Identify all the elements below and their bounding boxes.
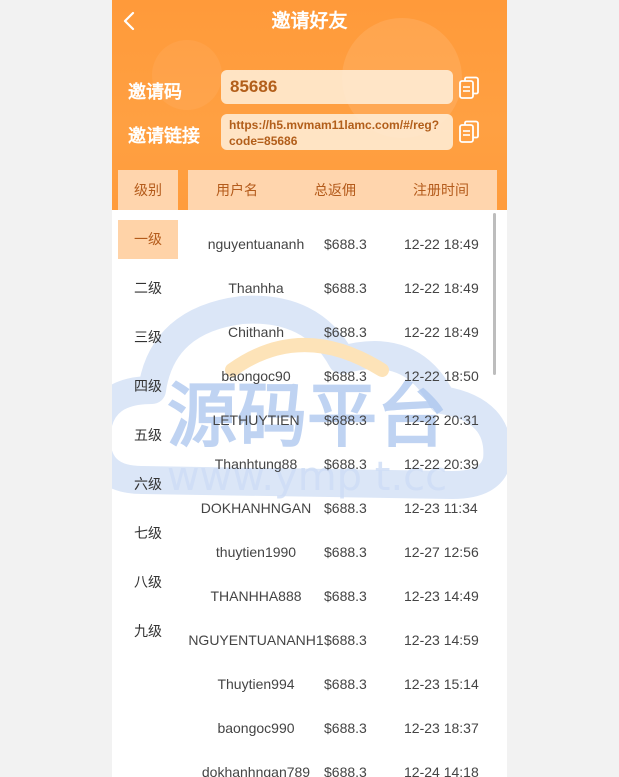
username-cell: thuytien1990 bbox=[215, 544, 297, 560]
table-row: Thuytien994 $688.3 12-23 15:14 bbox=[188, 662, 493, 706]
username-cell: Thanhha bbox=[228, 280, 284, 296]
level-list: 一级二级三级四级五级六级七级八级九级 bbox=[118, 220, 178, 661]
level-tab[interactable]: 四级 bbox=[118, 367, 178, 406]
commission-cell: $688.3 bbox=[324, 280, 367, 296]
register-time-cell: 12-23 14:49 bbox=[404, 588, 479, 604]
register-time-cell: 12-22 20:31 bbox=[404, 412, 479, 428]
table-row: LETHUYTIEN $688.3 12-22 20:31 bbox=[188, 398, 493, 442]
invite-link-field: https://h5.mvmam11lamc.com/#/reg?code=85… bbox=[221, 114, 453, 150]
username-cell: baongoc90 bbox=[221, 368, 291, 384]
table-row: baongoc90 $688.3 12-22 18:50 bbox=[188, 354, 493, 398]
invite-link-label: 邀请链接 bbox=[128, 126, 200, 146]
username-cell: DOKHANHNGAN bbox=[200, 500, 312, 516]
username-cell: LETHUYTIEN bbox=[212, 412, 300, 428]
commission-cell: $688.3 bbox=[324, 544, 367, 560]
commission-cell: $688.3 bbox=[324, 764, 367, 777]
commission-cell: $688.3 bbox=[324, 500, 367, 516]
username-cell: dokhanhngan789 bbox=[201, 764, 311, 777]
level-tab[interactable]: 一级 bbox=[118, 220, 178, 259]
column-register-time: 注册时间 bbox=[413, 182, 469, 198]
commission-cell: $688.3 bbox=[324, 720, 367, 736]
commission-cell: $688.3 bbox=[324, 456, 367, 472]
commission-cell: $688.3 bbox=[324, 632, 367, 648]
table-row: Chithanh $688.3 12-22 18:49 bbox=[188, 310, 493, 354]
register-time-cell: 12-23 14:59 bbox=[404, 632, 479, 648]
commission-cell: $688.3 bbox=[324, 676, 367, 692]
commission-cell: $688.3 bbox=[324, 412, 367, 428]
username-cell: Thanhtung88 bbox=[214, 456, 298, 472]
level-header: 级别 bbox=[118, 170, 178, 210]
level-tab[interactable]: 二级 bbox=[118, 269, 178, 308]
register-time-cell: 12-27 12:56 bbox=[404, 544, 479, 560]
register-time-cell: 12-22 18:49 bbox=[404, 280, 479, 296]
level-tab[interactable]: 六级 bbox=[118, 465, 178, 504]
level-tab[interactable]: 五级 bbox=[118, 416, 178, 455]
table-row: Thanhha $688.3 12-22 18:49 bbox=[188, 266, 493, 310]
register-time-cell: 12-22 20:39 bbox=[404, 456, 479, 472]
table-row: Thanhtung88 $688.3 12-22 20:39 bbox=[188, 442, 493, 486]
level-tab[interactable]: 九级 bbox=[118, 612, 178, 651]
commission-cell: $688.3 bbox=[324, 588, 367, 604]
invite-code-label: 邀请码 bbox=[128, 82, 182, 102]
table-row: NGUYENTUANANH1 $688.3 12-23 14:59 bbox=[188, 618, 493, 662]
scrollbar[interactable] bbox=[493, 213, 496, 375]
table-row: nguyentuananh $688.3 12-22 18:49 bbox=[188, 222, 493, 266]
username-cell: THANHHA888 bbox=[210, 588, 302, 604]
username-cell: Thuytien994 bbox=[217, 676, 295, 692]
register-time-cell: 12-23 11:34 bbox=[404, 500, 478, 516]
commission-cell: $688.3 bbox=[324, 368, 367, 384]
invite-code-field: 85686 bbox=[221, 70, 453, 104]
register-time-cell: 12-22 18:50 bbox=[404, 368, 479, 384]
username-cell: NGUYENTUANANH1 bbox=[188, 632, 324, 648]
header-banner: 邀请好友 邀请码 85686 邀请链接 https://h5.mvmam11la… bbox=[112, 0, 507, 210]
register-time-cell: 12-23 18:37 bbox=[404, 720, 479, 736]
level-tab[interactable]: 三级 bbox=[118, 318, 178, 357]
copy-link-icon[interactable] bbox=[458, 120, 480, 144]
table-row: THANHHA888 $688.3 12-23 14:49 bbox=[188, 574, 493, 618]
username-cell: nguyentuananh bbox=[207, 236, 305, 252]
register-time-cell: 12-22 18:49 bbox=[404, 236, 479, 252]
column-username: 用户名 bbox=[216, 182, 258, 198]
commission-cell: $688.3 bbox=[324, 236, 367, 252]
username-cell: Chithanh bbox=[227, 324, 285, 340]
commission-cell: $688.3 bbox=[324, 324, 367, 340]
member-list: nguyentuananh $688.3 12-22 18:49 Thanhha $68… bbox=[188, 222, 493, 777]
table-row: thuytien1990 $688.3 12-27 12:56 bbox=[188, 530, 493, 574]
copy-code-icon[interactable] bbox=[458, 76, 480, 100]
register-time-cell: 12-23 15:14 bbox=[404, 676, 479, 692]
username-cell: baongoc990 bbox=[217, 720, 295, 736]
page-title: 邀请好友 bbox=[271, 11, 348, 32]
table-header: 用户名 总返佣 注册时间 bbox=[188, 170, 497, 210]
register-time-cell: 12-22 18:49 bbox=[404, 324, 479, 340]
table-row: DOKHANHNGAN $688.3 12-23 11:34 bbox=[188, 486, 493, 530]
register-time-cell: 12-24 14:18 bbox=[404, 764, 479, 777]
column-total-commission: 总返佣 bbox=[314, 182, 356, 198]
table-row: dokhanhngan789 $688.3 12-24 14:18 bbox=[188, 750, 493, 777]
table-row: baongoc990 $688.3 12-23 18:37 bbox=[188, 706, 493, 750]
phone-screen: 邀请好友 邀请码 85686 邀请链接 https://h5.mvmam11la… bbox=[112, 0, 507, 777]
level-tab[interactable]: 八级 bbox=[118, 563, 178, 602]
level-tab[interactable]: 七级 bbox=[118, 514, 178, 553]
